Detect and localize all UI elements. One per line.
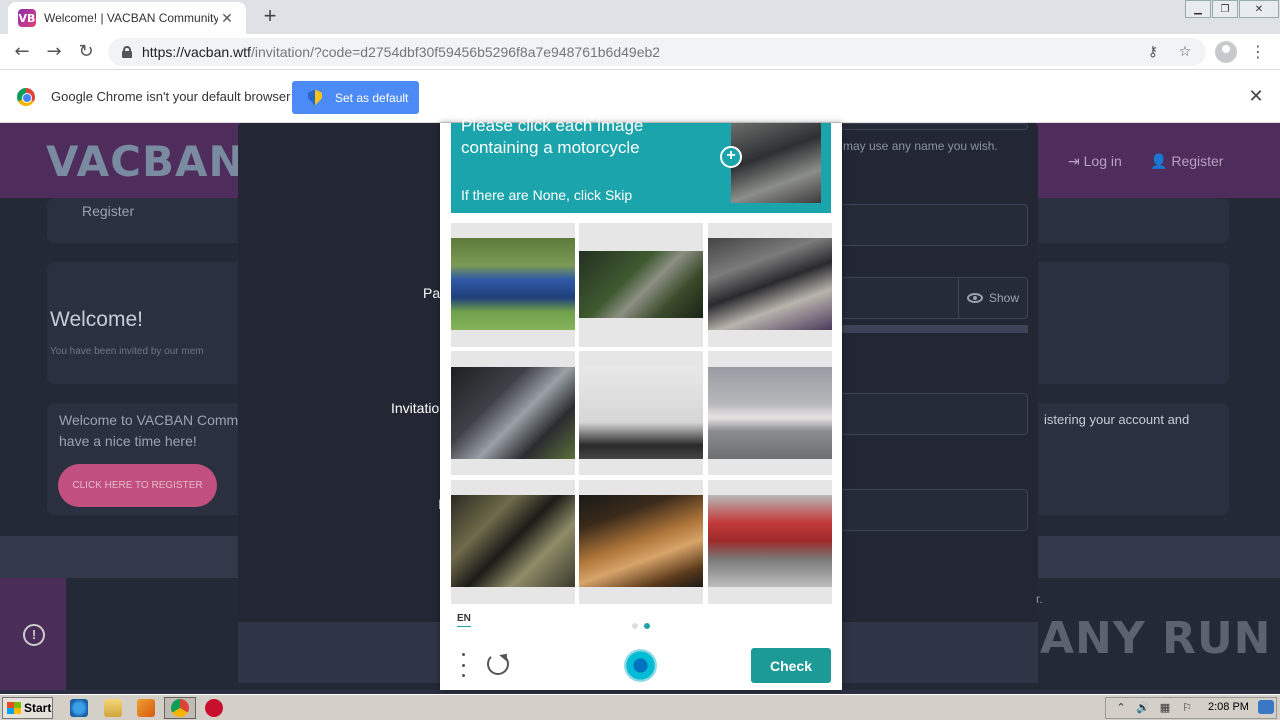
- tile-image: [451, 495, 575, 587]
- tab-title: Welcome! | VACBAN Community: [44, 11, 218, 25]
- tile-image: [579, 251, 703, 318]
- opera-icon[interactable]: [205, 699, 223, 717]
- system-clock[interactable]: 2:08 PM: [1208, 701, 1249, 713]
- welcome-subtitle: You have been invited by our mem: [50, 346, 204, 357]
- prompt-subtitle: If there are None, click Skip: [461, 187, 633, 203]
- account-hint: istering your account and: [1044, 412, 1190, 427]
- captcha-tile-white-van-side[interactable]: [579, 351, 703, 475]
- profile-avatar[interactable]: [1215, 41, 1237, 63]
- anyrun-watermark: ANY RUN: [1040, 613, 1272, 664]
- url-text: https://vacban.wtf/invitation/?code=d275…: [142, 44, 661, 60]
- tab-close-icon[interactable]: ✕: [218, 10, 236, 27]
- chrome-taskbar-button[interactable]: [164, 697, 196, 719]
- site-logo[interactable]: VACBAN: [46, 137, 245, 186]
- prompt-title: Please click each image containing a mot…: [461, 116, 644, 157]
- show-password-button[interactable]: Show: [958, 277, 1027, 319]
- volume-icon[interactable]: 🔊: [1136, 701, 1150, 715]
- language-selector[interactable]: EN: [457, 613, 471, 627]
- bookmark-star-icon[interactable]: ☆: [1176, 43, 1194, 61]
- captcha-tile-gold-car-hood[interactable]: [579, 480, 703, 604]
- footer-hint: r.: [1036, 592, 1043, 606]
- welcome-title: Welcome!: [50, 308, 143, 331]
- browser-tab[interactable]: VB Welcome! | VACBAN Community ✕: [8, 2, 246, 34]
- new-tab-icon[interactable]: +: [258, 5, 282, 29]
- captcha-footer: Check: [440, 643, 842, 690]
- reload-icon[interactable]: ↻: [74, 40, 98, 64]
- password-label: Pa: [423, 285, 441, 301]
- chrome-logo-icon: [17, 88, 35, 106]
- tile-image: [708, 238, 832, 330]
- address-bar[interactable]: https://vacban.wtf/invitation/?code=d275…: [108, 38, 1206, 66]
- chrome-taskbar-icon: [171, 699, 189, 717]
- eye-icon: [966, 293, 983, 303]
- captcha-tile-red-train[interactable]: [708, 480, 832, 604]
- set-as-default-label: Set as default: [335, 90, 409, 105]
- action-center-flag-icon[interactable]: ⚐: [1180, 701, 1194, 715]
- challenge-prompt: Please click each image containing a mot…: [451, 116, 831, 213]
- captcha-tile-motorcycle-rear-closeup[interactable]: [451, 351, 575, 475]
- tray-expand-icon[interactable]: ⌃: [1114, 701, 1128, 715]
- browser-toolbar: ← → ↻ https://vacban.wtf/invitation/?cod…: [0, 34, 1280, 70]
- invitation-field[interactable]: [838, 393, 1028, 435]
- network-icon[interactable]: ▦: [1158, 701, 1172, 715]
- expand-example-icon[interactable]: +: [720, 146, 742, 168]
- tile-image: [451, 367, 575, 459]
- internet-explorer-icon[interactable]: [70, 699, 88, 717]
- show-desktop-icon[interactable]: [1258, 700, 1274, 714]
- tile-image: [451, 238, 575, 330]
- uac-shield-icon: [308, 89, 322, 106]
- infobar-close-icon[interactable]: ✕: [1246, 86, 1266, 107]
- site-favicon-icon: VB: [18, 9, 36, 27]
- set-as-default-button[interactable]: Set as default: [292, 81, 419, 114]
- minimize-icon[interactable]: ▁: [1185, 0, 1211, 18]
- welcome-box-line1: Welcome to VACBAN Comm: [59, 412, 239, 428]
- check-button[interactable]: Check: [751, 648, 831, 683]
- invitation-label: Invitatio: [391, 400, 440, 416]
- start-button[interactable]: Start: [2, 697, 53, 719]
- tile-image: [579, 367, 703, 459]
- windows-taskbar: Start ⌃ 🔊 ▦ ⚐ 2:08 PM: [0, 694, 1280, 720]
- click-here-register-button[interactable]: CLICK HERE TO REGISTER: [58, 464, 217, 507]
- system-tray: ⌃ 🔊 ▦ ⚐: [1105, 697, 1277, 719]
- hcaptcha-logo-icon[interactable]: [624, 649, 657, 682]
- page-dot-2: [644, 623, 650, 629]
- restore-icon[interactable]: ❐: [1212, 0, 1238, 18]
- chrome-menu-icon[interactable]: ⋮: [1250, 40, 1266, 64]
- tab-strip: VB Welcome! | VACBAN Community ✕ + ▁ ❐ ✕: [0, 0, 1280, 34]
- password-strength-bar: [838, 325, 1028, 333]
- tile-image: [708, 495, 832, 587]
- hcaptcha-challenge: Please click each image containing a mot…: [440, 116, 842, 690]
- email-field[interactable]: [838, 204, 1028, 246]
- key-icon[interactable]: ⚷: [1144, 43, 1162, 61]
- back-icon[interactable]: ←: [10, 40, 34, 64]
- tile-image: [708, 367, 832, 459]
- captcha-tile-jet-airliner[interactable]: [708, 351, 832, 475]
- file-explorer-icon[interactable]: [104, 699, 122, 717]
- nav-register[interactable]: 👤 Register: [1150, 153, 1223, 170]
- nav-login[interactable]: ⇥ Log in: [1068, 153, 1122, 170]
- name-field[interactable]: [838, 123, 1028, 130]
- captcha-tile-railway-track[interactable]: [579, 223, 703, 347]
- extra-field[interactable]: [838, 489, 1028, 531]
- close-window-icon[interactable]: ✕: [1239, 0, 1279, 18]
- tile-image: [579, 495, 703, 587]
- windows-logo-icon: [7, 702, 21, 714]
- captcha-tile-blue-pickup-truck[interactable]: [451, 223, 575, 347]
- panel-register-text: Register: [82, 203, 135, 219]
- media-player-icon[interactable]: [137, 699, 155, 717]
- alert-icon[interactable]: !: [23, 624, 45, 646]
- name-hint: u may use any name you wish.: [833, 139, 998, 153]
- infobar-message: Google Chrome isn't your default browser: [51, 89, 291, 104]
- more-options-icon[interactable]: [460, 653, 466, 677]
- welcome-box-line2: have a nice time here!: [59, 433, 197, 449]
- refresh-icon[interactable]: [487, 653, 509, 675]
- lock-icon: [122, 46, 132, 58]
- captcha-tile-engine-bay[interactable]: [451, 480, 575, 604]
- captcha-tile-bicycles-and-crowd[interactable]: [708, 223, 832, 347]
- forward-icon[interactable]: →: [42, 40, 66, 64]
- window-controls: ▁ ❐ ✕: [1184, 0, 1279, 18]
- page-dot-1: [632, 623, 638, 629]
- example-image[interactable]: [731, 123, 821, 203]
